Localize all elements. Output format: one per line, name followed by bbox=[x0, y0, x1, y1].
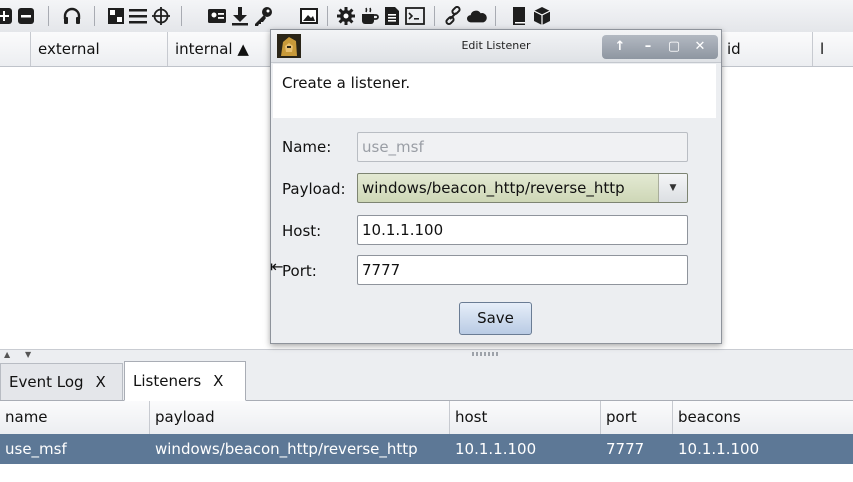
collapse-up-icon[interactable]: ▲ bbox=[4, 350, 10, 360]
dialog-description-area: Create a listener. bbox=[273, 64, 716, 118]
column-header-payload[interactable]: payload bbox=[150, 401, 450, 434]
toolbar-separator bbox=[327, 6, 328, 26]
key-icon[interactable] bbox=[253, 6, 273, 26]
maximize-button[interactable]: ▢ bbox=[662, 35, 686, 59]
splitter-grip[interactable] bbox=[472, 352, 500, 356]
bottom-tab-bar: Event Log X Listeners X bbox=[0, 361, 853, 401]
dialog-description: Create a listener. bbox=[282, 74, 411, 92]
table-row[interactable]: use_msf windows/beacon_http/reverse_http… bbox=[0, 434, 853, 464]
cell-host: 10.1.1.100 bbox=[455, 440, 537, 458]
tab-label: Listeners bbox=[133, 372, 202, 390]
headphones-icon[interactable] bbox=[62, 6, 82, 26]
listeners-table-header: name payload host port beacons bbox=[0, 401, 853, 435]
close-button[interactable]: ✕ bbox=[688, 35, 712, 59]
tab-close-button[interactable]: X bbox=[213, 372, 223, 390]
toolbar-separator bbox=[434, 6, 435, 26]
screenshot-icon[interactable] bbox=[299, 6, 319, 26]
port-field[interactable]: 7777 bbox=[357, 255, 688, 285]
column-header-blank[interactable] bbox=[0, 32, 31, 66]
tab-event-log[interactable]: Event Log X bbox=[0, 363, 123, 400]
column-header-host[interactable]: host bbox=[450, 401, 601, 434]
column-header-external[interactable]: external bbox=[31, 32, 168, 66]
tab-listeners[interactable]: Listeners X bbox=[124, 361, 246, 401]
payload-label: Payload: bbox=[282, 180, 346, 198]
toolbar-separator bbox=[181, 6, 182, 26]
cloud-icon[interactable] bbox=[467, 6, 487, 26]
document-icon[interactable] bbox=[382, 6, 402, 26]
cell-payload: windows/beacon_http/reverse_http bbox=[155, 440, 418, 458]
package-icon[interactable] bbox=[532, 6, 552, 26]
tab-close-button[interactable]: X bbox=[96, 373, 106, 391]
crosshair-icon[interactable] bbox=[151, 6, 171, 26]
collapse-down-icon[interactable]: ▼ bbox=[25, 350, 31, 360]
host-field[interactable]: 10.1.1.100 bbox=[357, 215, 688, 245]
column-header-last[interactable]: l bbox=[813, 32, 853, 66]
keep-above-button[interactable]: ↑ bbox=[608, 35, 632, 59]
column-header-beacons[interactable]: beacons bbox=[673, 401, 853, 434]
tab-label: Event Log bbox=[9, 373, 84, 391]
column-header-name[interactable]: name bbox=[0, 401, 150, 434]
edit-listener-dialog: Edit Listener ↑ – ▢ ✕ Create a listener.… bbox=[270, 29, 722, 344]
minus-box-icon[interactable] bbox=[16, 6, 36, 26]
save-button[interactable]: Save bbox=[459, 302, 532, 335]
download-icon[interactable] bbox=[230, 6, 250, 26]
plus-box-icon[interactable] bbox=[0, 6, 14, 26]
listeners-table-empty-area[interactable] bbox=[0, 464, 853, 482]
payload-select[interactable]: windows/beacon_http/reverse_http ▼ bbox=[357, 173, 688, 203]
payload-selected-value: windows/beacon_http/reverse_http bbox=[362, 179, 625, 197]
link-icon[interactable] bbox=[443, 6, 463, 26]
host-label: Host: bbox=[282, 222, 322, 240]
coffee-icon[interactable] bbox=[359, 6, 379, 26]
dialog-titlebar[interactable]: Edit Listener ↑ – ▢ ✕ bbox=[271, 30, 721, 63]
column-header-port[interactable]: port bbox=[601, 401, 673, 434]
book-icon[interactable] bbox=[509, 6, 529, 26]
menu-lines-icon[interactable] bbox=[128, 6, 148, 26]
gear-icon[interactable] bbox=[336, 6, 356, 26]
port-label: Port: bbox=[282, 262, 317, 280]
toolbar-separator bbox=[48, 6, 49, 26]
credentials-icon[interactable] bbox=[207, 6, 227, 26]
name-label: Name: bbox=[282, 138, 332, 156]
name-field[interactable]: use_msf bbox=[357, 132, 688, 162]
chevron-down-icon[interactable]: ▼ bbox=[658, 174, 687, 202]
column-header-id[interactable]: id bbox=[720, 32, 813, 66]
minimize-button[interactable]: – bbox=[636, 35, 660, 59]
cell-port: 7777 bbox=[606, 440, 645, 458]
cell-name: use_msf bbox=[5, 440, 67, 458]
terminal-icon[interactable] bbox=[405, 6, 425, 26]
toolbar-separator bbox=[495, 6, 496, 26]
target-grid-icon[interactable] bbox=[106, 6, 126, 26]
toolbar-separator bbox=[94, 6, 95, 26]
resize-cursor-icon: ⇤ bbox=[270, 257, 284, 276]
window-controls: ↑ – ▢ ✕ bbox=[602, 35, 718, 59]
cell-beacons: 10.1.1.100 bbox=[678, 440, 760, 458]
